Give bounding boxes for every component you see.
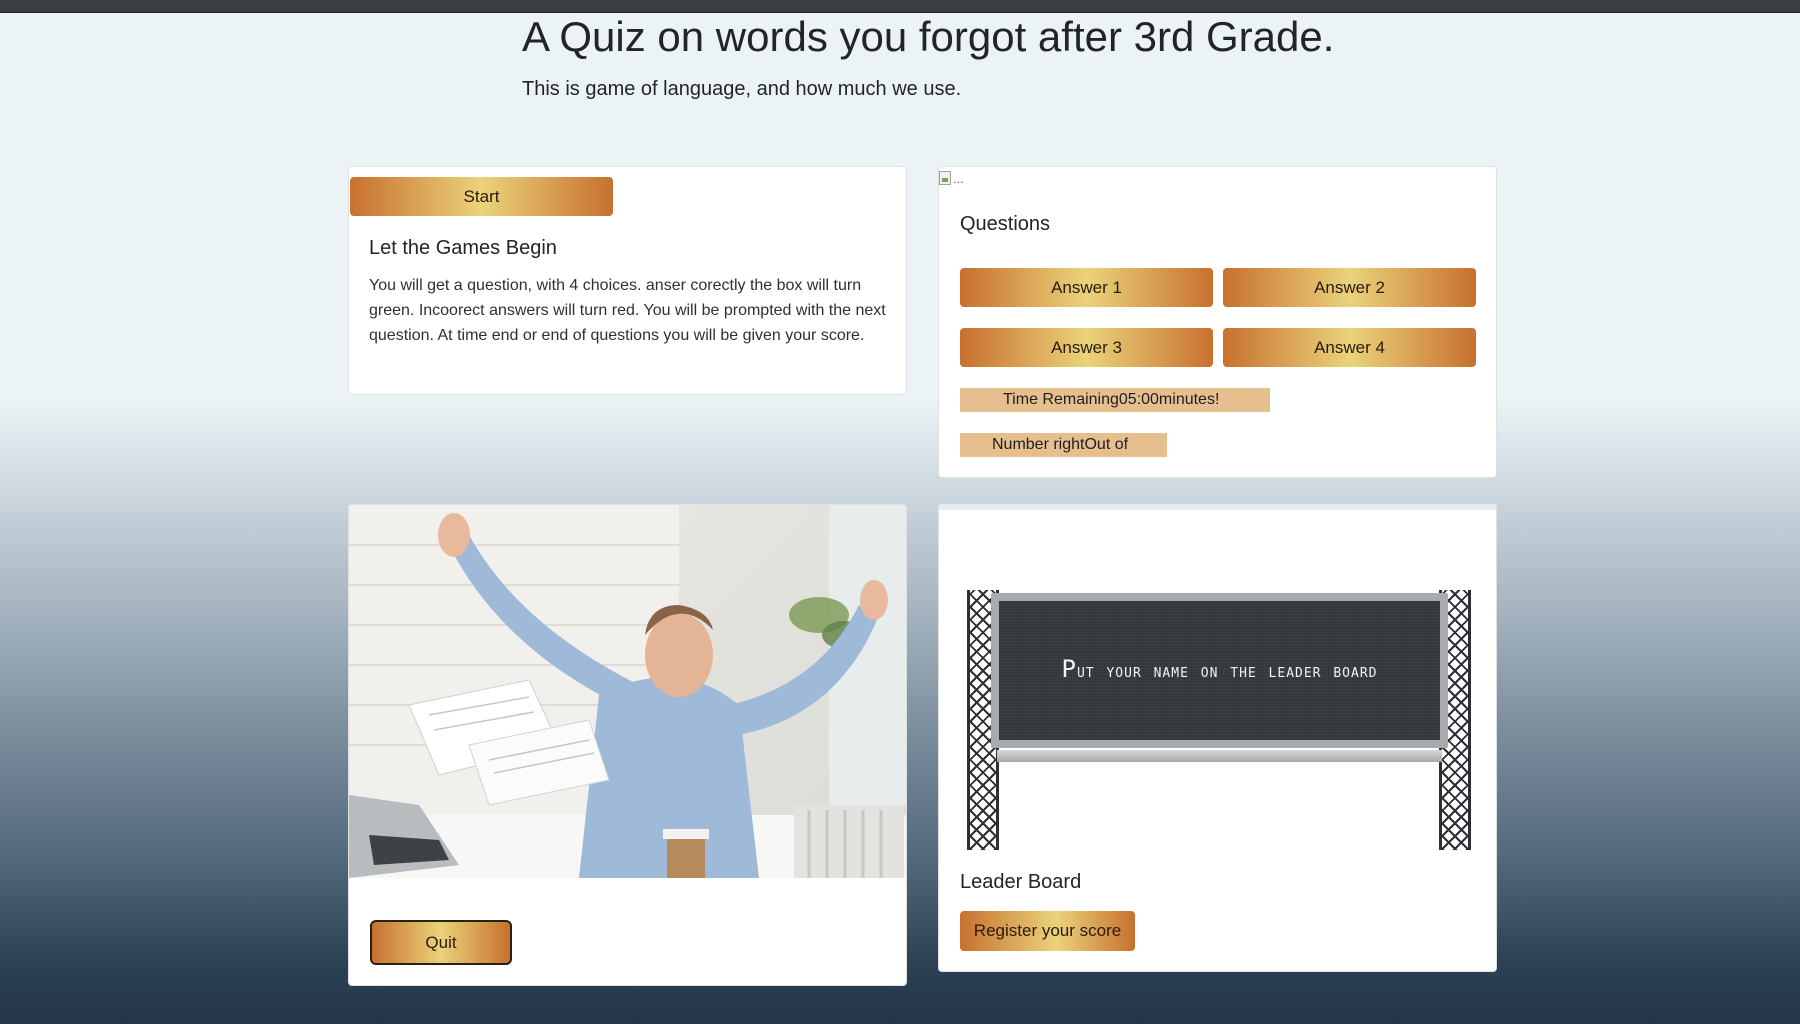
billboard-message-text: UT YOUR NAME ON THE LEADER BOARD <box>1076 661 1378 682</box>
broken-image-icon <box>939 171 951 185</box>
questions-card: ... Questions Answer 1 Answer 2 Answer 3… <box>938 166 1497 478</box>
page-subtitle: This is game of language, and how much w… <box>522 78 962 100</box>
start-button[interactable]: Start <box>350 177 613 216</box>
answer-3-button[interactable]: Answer 3 <box>960 328 1213 367</box>
score-label: Number rightOut of <box>960 433 1167 457</box>
frustrated-man-photo <box>349 505 906 878</box>
questions-title: Questions <box>960 213 1051 235</box>
answer-2-button[interactable]: Answer 2 <box>1223 268 1476 307</box>
billboard-screen: PUT YOUR NAME ON THE LEADER BOARD <box>991 593 1448 748</box>
start-card: Start Let the Games Begin You will get a… <box>348 166 907 395</box>
billboard-message: PUT YOUR NAME ON THE LEADER BOARD <box>999 601 1440 740</box>
page-title: A Quiz on words you forgot after 3rd Gra… <box>522 13 1335 60</box>
start-card-title: Let the Games Begin <box>369 237 557 259</box>
broken-image-placeholder: ... <box>939 169 964 187</box>
answer-4-button[interactable]: Answer 4 <box>1223 328 1476 367</box>
quit-card: Quit <box>348 504 907 986</box>
leader-board-title: Leader Board <box>960 871 1082 893</box>
register-score-button[interactable]: Register your score <box>960 911 1135 951</box>
quit-button[interactable]: Quit <box>370 920 512 965</box>
start-card-instructions: You will get a question, with 4 choices.… <box>369 277 886 344</box>
leader-board-card: PUT YOUR NAME ON THE LEADER BOARD Leader… <box>938 504 1497 972</box>
billboard-message-first-letter: P <box>1061 655 1077 683</box>
leader-board-billboard: PUT YOUR NAME ON THE LEADER BOARD <box>967 590 1471 850</box>
broken-image-alt: ... <box>953 170 964 186</box>
page-header: A Quiz on words you forgot after 3rd Gra… <box>522 12 1422 102</box>
billboard-base-strip <box>997 750 1442 762</box>
answer-1-button[interactable]: Answer 1 <box>960 268 1213 307</box>
time-remaining-label: Time Remaining05:00minutes! <box>960 388 1270 412</box>
